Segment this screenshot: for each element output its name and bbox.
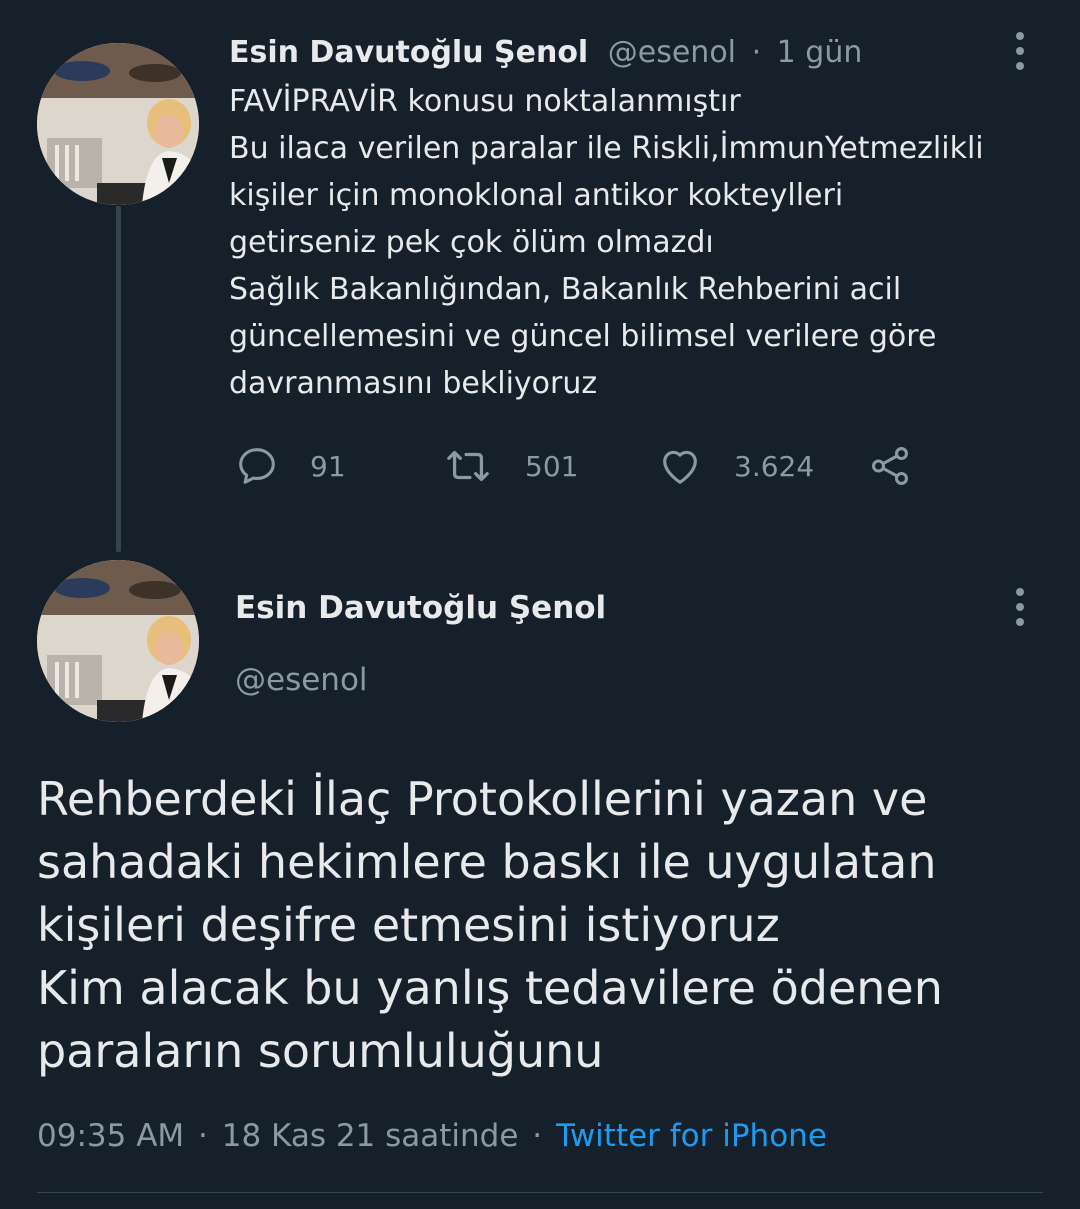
retweet-button[interactable]: 501 bbox=[441, 436, 578, 496]
tweet-actions: 91 501 3.624 bbox=[229, 436, 929, 496]
tweet-text-line: kişileri deşifre etmesini istiyoruz bbox=[37, 898, 780, 952]
avatar[interactable] bbox=[37, 43, 199, 205]
tweet-text: FAVİPRAVİR konusu noktalanmıştır Bu ilac… bbox=[229, 78, 1049, 407]
tweet-text-line: FAVİPRAVİR konusu noktalanmıştır bbox=[229, 84, 741, 119]
tweet-text: Rehberdeki İlaç Protokollerini yazan ve … bbox=[37, 768, 1057, 1083]
tweet-text-line: sahadaki hekimlere baskı ile uygulatan bbox=[37, 835, 937, 889]
like-button[interactable]: 3.624 bbox=[656, 436, 814, 496]
tweet-metadata: 09:35 AM · 18 Kas 21 saatinde · Twitter … bbox=[37, 1113, 827, 1159]
heart-icon bbox=[663, 450, 697, 484]
tweet-header: Esin Davutoğlu Şenol @esenol · 1 gün bbox=[229, 30, 1000, 76]
author-name[interactable]: Esin Davutoğlu Şenol bbox=[229, 35, 588, 70]
avatar[interactable] bbox=[37, 560, 199, 722]
reply-icon bbox=[239, 448, 275, 484]
author-handle[interactable]: @esenol bbox=[608, 35, 736, 70]
tweet-text-line: kişiler için monoklonal antikor kokteyll… bbox=[229, 178, 844, 213]
tweet-text-line: Rehberdeki İlaç Protokollerini yazan ve bbox=[37, 772, 928, 826]
retweet-count: 501 bbox=[525, 449, 579, 483]
tweet-time: 09:35 AM bbox=[37, 1118, 185, 1154]
retweet-icon bbox=[447, 450, 489, 482]
share-icon bbox=[871, 447, 909, 485]
tweet-text-line: Kim alacak bu yanlış tedavilere ödenen bbox=[37, 961, 943, 1015]
tweet-date: 18 Kas 21 saatinde bbox=[221, 1118, 519, 1154]
tweet-text-line: davranmasını bekliyoruz bbox=[229, 366, 598, 401]
like-count: 3.624 bbox=[734, 449, 815, 483]
tweet-text-line: getirseniz pek çok ölüm olmazdı bbox=[229, 225, 714, 260]
author-handle[interactable]: @esenol bbox=[235, 657, 368, 703]
author-name[interactable]: Esin Davutoğlu Şenol bbox=[235, 585, 606, 631]
tweet-text-line: Bu ilaca verilen paralar ile Riskli,İmmu… bbox=[229, 131, 984, 166]
meta-separator: · bbox=[198, 1118, 208, 1154]
reply-button[interactable]: 91 bbox=[234, 436, 346, 496]
more-vertical-icon[interactable] bbox=[1000, 26, 1040, 76]
tweet-text-line: paraların sorumluluğunu bbox=[37, 1024, 604, 1078]
reply-count: 91 bbox=[310, 449, 346, 483]
avatar-photo bbox=[37, 43, 199, 205]
avatar-photo bbox=[37, 560, 199, 722]
share-button[interactable] bbox=[866, 436, 914, 496]
header-separator: · bbox=[751, 35, 762, 70]
tweet-text-line: güncellemesini ve güncel bilimsel verile… bbox=[229, 319, 937, 354]
tweet-time[interactable]: 1 gün bbox=[777, 35, 863, 70]
meta-separator: · bbox=[532, 1118, 543, 1154]
thread-connector-line bbox=[116, 206, 121, 552]
tweet-text-line: Sağlık Bakanlığından, Bakanlık Rehberini… bbox=[229, 272, 902, 307]
more-vertical-icon[interactable] bbox=[1000, 582, 1040, 632]
source-link[interactable]: Twitter for iPhone bbox=[556, 1118, 827, 1154]
divider bbox=[37, 1192, 1043, 1193]
